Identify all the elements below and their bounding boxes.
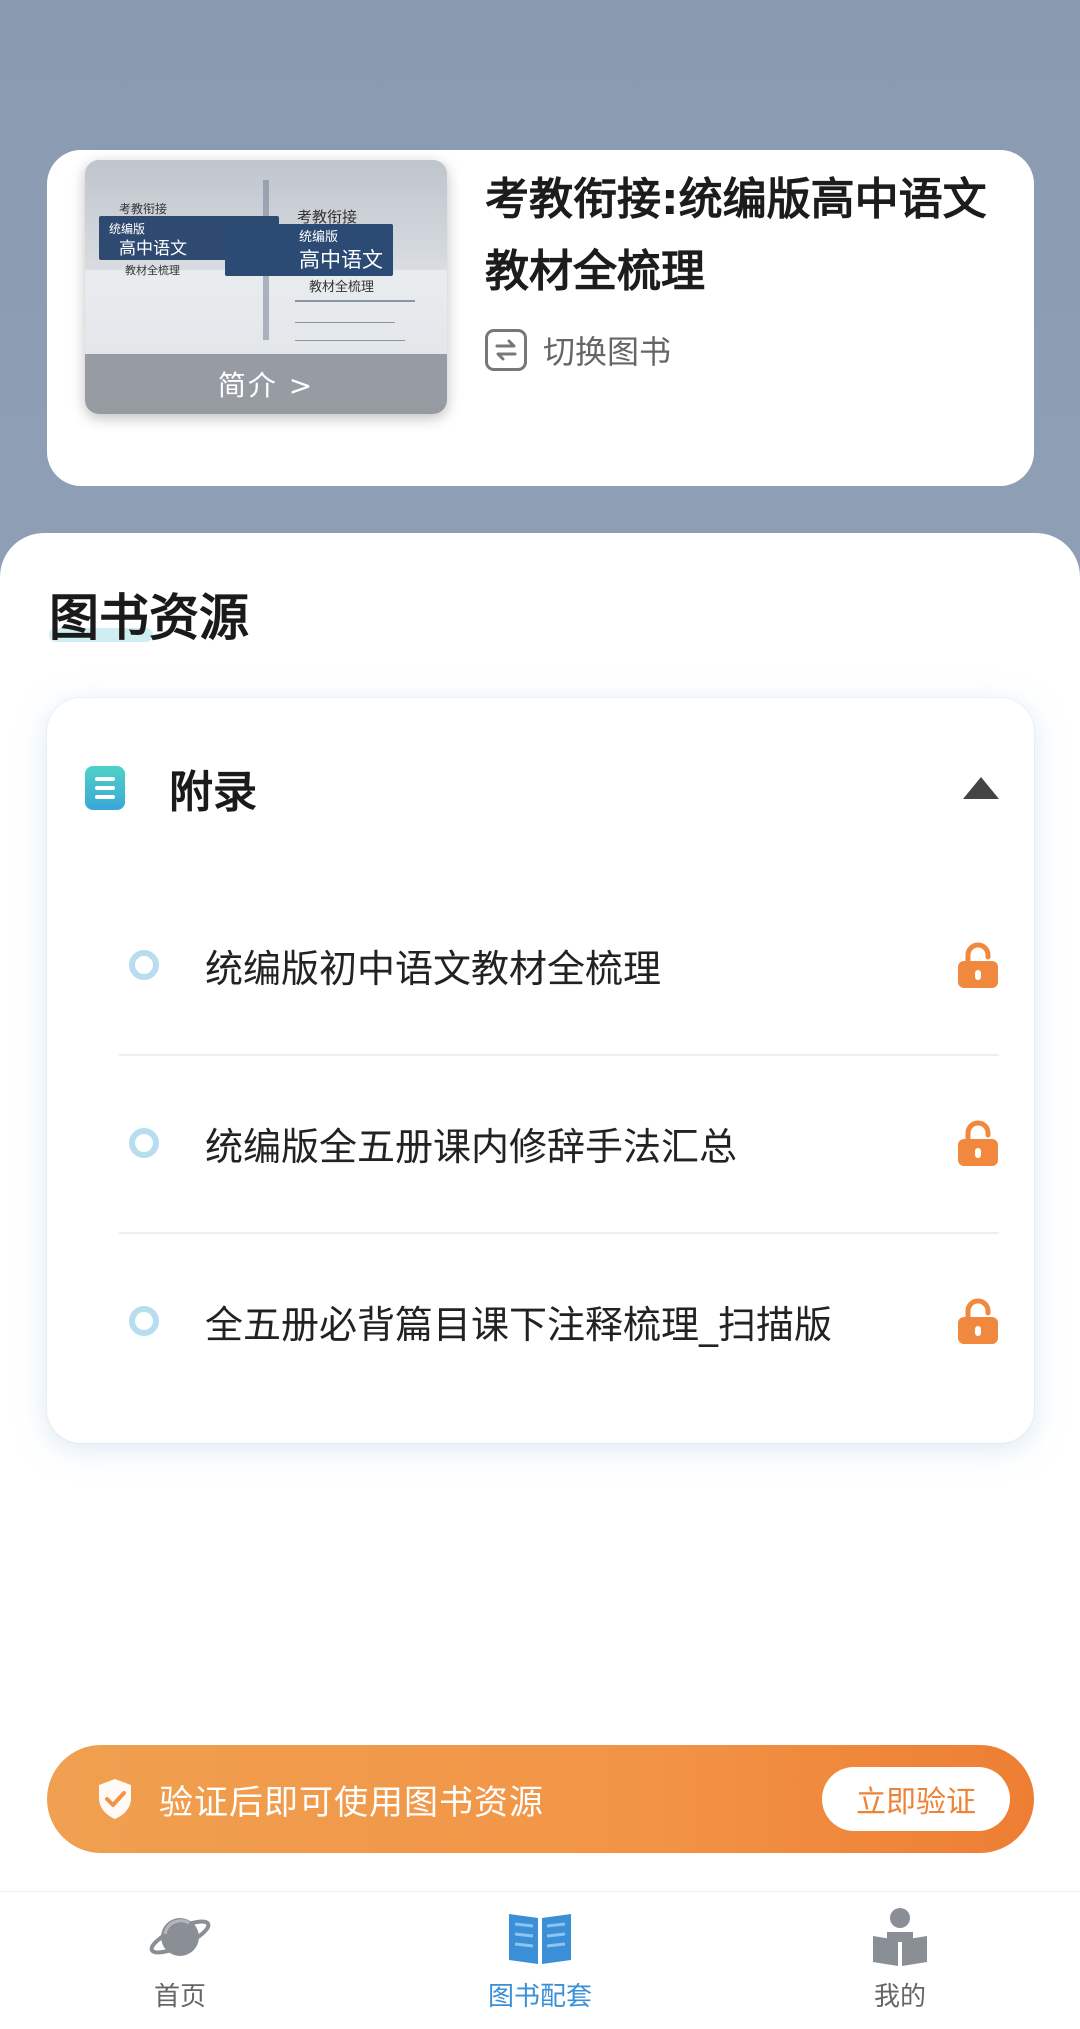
shield-check-icon	[99, 1779, 131, 1819]
resource-label: 统编版全五册课内修辞手法汇总	[205, 1124, 738, 1169]
resource-item[interactable]: 统编版全五册课内修辞手法汇总	[119, 1054, 999, 1232]
bullet-icon	[129, 950, 159, 980]
cover-rule	[295, 340, 405, 341]
verify-banner: 验证后即可使用图书资源 立即验证	[47, 1745, 1034, 1853]
appendix-header[interactable]: 附录	[85, 748, 1005, 828]
bullet-icon	[129, 1128, 159, 1158]
verify-message: 验证后即可使用图书资源	[159, 1782, 544, 1823]
planet-icon	[149, 1918, 211, 1956]
book-title: 考教衔接:统编版高中语文教材全梳理	[485, 174, 987, 297]
open-book-icon	[509, 1914, 571, 1964]
cover-edition-large: 统编版	[299, 230, 339, 245]
section-title: 图书资源	[49, 578, 249, 650]
book-card: 考教衔接 统编版 高中语文 教材全梳理 考教衔接 统编版 高中语文 教材全梳理 …	[47, 150, 1034, 486]
cover-rule	[295, 300, 415, 302]
nav-label-home: 首页	[153, 1982, 206, 2012]
switch-book-button[interactable]: 切换图书	[485, 325, 671, 375]
resource-label: 统编版初中语文教材全梳理	[205, 946, 662, 991]
cover-rule	[295, 322, 395, 323]
switch-book-label: 切换图书	[543, 333, 672, 371]
nav-label-mine: 我的	[873, 1982, 926, 2012]
cover-subject-small: 高中语文	[119, 239, 187, 259]
cover-subject-large: 高中语文	[299, 248, 383, 272]
section-title-text: 图书资源	[49, 589, 249, 647]
resource-item[interactable]: 统编版初中语文教材全梳理	[119, 876, 999, 1054]
swap-icon	[485, 329, 527, 371]
reader-icon	[873, 1908, 927, 1966]
nav-item-mine[interactable]: 我的	[720, 1892, 1080, 2029]
lock-icon	[957, 941, 999, 989]
document-icon	[85, 766, 125, 810]
lock-icon	[957, 1119, 999, 1167]
cover-series-small: 考教衔接	[119, 202, 168, 216]
lock-icon	[957, 1297, 999, 1345]
verify-now-button[interactable]: 立即验证	[822, 1767, 1010, 1831]
nav-item-book-materials[interactable]: 图书配套	[360, 1892, 720, 2029]
cover-intro-button[interactable]: 简介 >	[85, 354, 447, 414]
nav-label-book-materials: 图书配套	[487, 1982, 592, 2012]
book-cover[interactable]: 考教衔接 统编版 高中语文 教材全梳理 考教衔接 统编版 高中语文 教材全梳理 …	[85, 160, 447, 414]
bullet-icon	[129, 1306, 159, 1336]
resource-item[interactable]: 全五册必背篇目课下注释梳理_扫描版	[119, 1232, 999, 1410]
caret-up-icon[interactable]	[963, 777, 999, 799]
resource-label: 全五册必背篇目课下注释梳理_扫描版	[205, 1302, 833, 1347]
bottom-nav: 首页 图书配套 我的	[0, 1891, 1080, 2029]
cover-subtitle-small: 教材全梳理	[125, 264, 180, 277]
cover-series-large: 考教衔接	[297, 208, 358, 226]
appendix-title: 附录	[169, 767, 257, 818]
nav-item-home[interactable]: 首页	[0, 1892, 360, 2029]
appendix-panel: 附录 统编版初中语文教材全梳理 统编版全五册课内修辞手法汇总 全五册必背篇目课下…	[47, 698, 1034, 1443]
cover-subtitle-large: 教材全梳理	[309, 280, 375, 295]
